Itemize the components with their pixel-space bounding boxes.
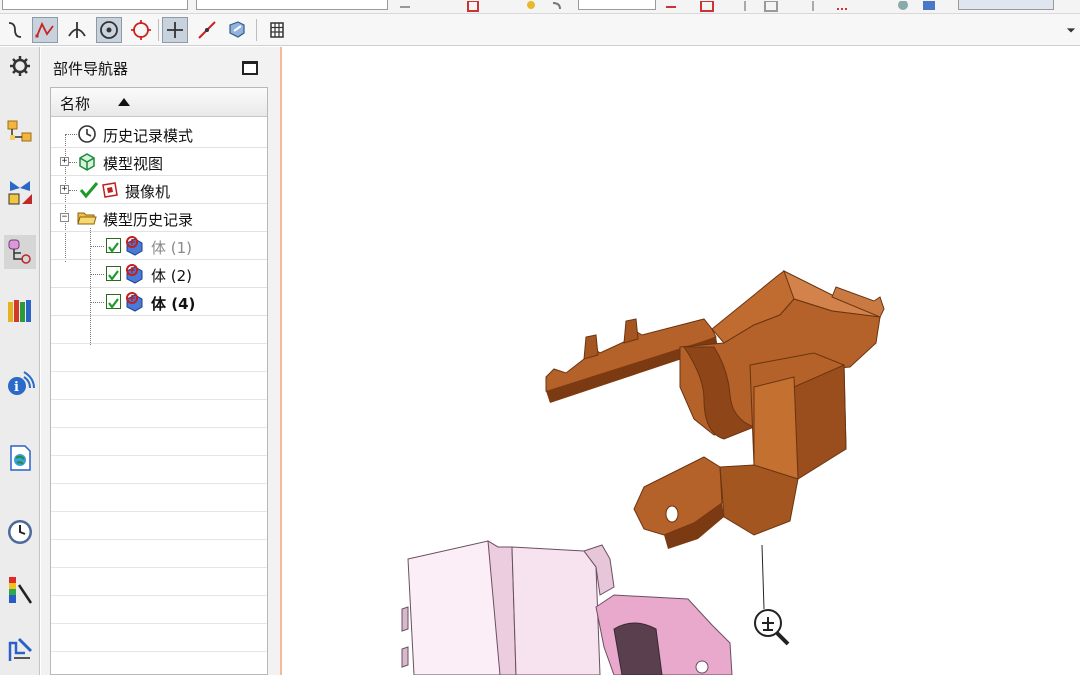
empty-row [51, 316, 267, 344]
column-header-name[interactable]: 名称 [51, 88, 267, 117]
tree-node-label: 体 (2) [151, 267, 193, 285]
quadrant-snap-icon[interactable] [128, 17, 154, 43]
toolbar-icon[interactable] [550, 0, 564, 10]
maximize-icon[interactable] [242, 61, 258, 75]
tree-node-model-history[interactable]: − 模型历史记录 [51, 204, 267, 232]
history-icon[interactable] [4, 515, 36, 549]
bounded-grid-icon[interactable] [224, 17, 250, 43]
tree-node-label: 体 (1) [151, 239, 193, 257]
toolbar-icon[interactable] [896, 0, 910, 10]
selection-scope-dropdown[interactable] [196, 0, 388, 10]
body-icon [124, 236, 144, 256]
visibility-checkbox[interactable] [106, 294, 121, 309]
snap-point-toolbar [0, 14, 1080, 46]
body-icon [124, 264, 144, 284]
toolbar-separator [158, 19, 159, 41]
toolbar-icon[interactable] [466, 0, 480, 12]
part-navigator-panel: 部件导航器 名称 历史记录模式 + 模型视图 + 摄像机 − 模型历史记录 体 … [41, 47, 282, 675]
toolbar-separator [256, 19, 257, 41]
tree-node-label: 历史记录模式 [103, 127, 194, 145]
tree-node-body-4[interactable]: 体 (4) [51, 288, 267, 316]
empty-row [51, 568, 267, 596]
toolbar-icon[interactable] [524, 0, 538, 10]
toolbar-icon[interactable] [764, 0, 778, 12]
empty-row [51, 596, 267, 624]
body-icon [124, 292, 144, 312]
arc-center-snap-icon[interactable] [96, 17, 122, 43]
tree-node-body-1[interactable]: 体 (1) [51, 232, 267, 260]
navigator-title: 部件导航器 [53, 60, 129, 78]
tree-node-label: 摄像机 [125, 183, 171, 201]
tree-node-label: 体 (4) [151, 295, 196, 313]
main-toolbar [0, 0, 1080, 14]
leader-line [761, 544, 765, 610]
toolbar-options-icon[interactable] [1062, 17, 1080, 43]
part-navigator-icon[interactable] [4, 235, 36, 269]
empty-row [51, 428, 267, 456]
tree-node-model-views[interactable]: + 模型视图 [51, 148, 267, 176]
expand-plus-icon[interactable]: + [60, 157, 69, 166]
tree-node-label: 模型视图 [103, 155, 164, 173]
point-on-face-icon[interactable] [194, 17, 220, 43]
checkmark-icon [79, 180, 99, 200]
folder-open-icon [77, 208, 97, 228]
assembly-navigator-icon[interactable] [4, 115, 36, 149]
toolbar-icon[interactable] [922, 0, 936, 10]
toolbar-icon[interactable] [398, 0, 412, 10]
graphics-window[interactable] [284, 47, 1080, 675]
empty-row [51, 540, 267, 568]
brown-bracket-part[interactable] [545, 269, 885, 549]
model-view-icon [77, 152, 97, 172]
empty-row [51, 484, 267, 512]
visibility-checkbox[interactable] [106, 238, 121, 253]
constraint-navigator-icon[interactable] [4, 175, 36, 209]
system-materials-icon[interactable] [4, 573, 36, 607]
model-viewport[interactable] [284, 47, 1080, 675]
point-on-curve-icon[interactable] [162, 17, 188, 43]
empty-row [51, 372, 267, 400]
toolbar-icon[interactable] [700, 0, 714, 12]
intersection-snap-icon[interactable] [64, 17, 90, 43]
curve-snap-icon[interactable] [2, 17, 28, 43]
tree-node-label: 模型历史记录 [103, 211, 194, 229]
snap-dropdown[interactable] [578, 0, 656, 10]
empty-row [51, 400, 267, 428]
reuse-library-icon[interactable] [4, 293, 36, 327]
empty-row [51, 652, 267, 674]
toolbar-icon[interactable] [664, 0, 678, 10]
process-studio-icon[interactable] [4, 633, 36, 667]
endpoint-snap-icon[interactable] [32, 17, 58, 43]
hd3d-tools-icon[interactable]: i [4, 367, 36, 401]
visibility-checkbox[interactable] [106, 266, 121, 281]
expand-plus-icon[interactable]: + [60, 185, 69, 194]
empty-row [51, 512, 267, 540]
pink-housing-part[interactable] [401, 540, 733, 675]
settings-gear-icon[interactable] [4, 49, 36, 83]
zoom-cursor-icon [754, 609, 790, 646]
camera-icon [99, 180, 119, 200]
sort-ascending-icon[interactable] [118, 98, 130, 106]
empty-row [51, 624, 267, 652]
resource-bar: i [0, 47, 40, 675]
toolbar-icon[interactable] [836, 0, 850, 10]
navigator-tree[interactable]: 名称 历史记录模式 + 模型视图 + 摄像机 − 模型历史记录 体 (1) 体 … [50, 87, 268, 675]
tree-node-history-mode[interactable]: 历史记录模式 [51, 120, 267, 148]
svg-text:i: i [14, 380, 19, 395]
filter-type-dropdown[interactable] [2, 0, 188, 10]
column-header-label: 名称 [60, 95, 91, 113]
toolbar-icon[interactable] [738, 0, 752, 11]
tree-node-cameras[interactable]: + 摄像机 [51, 176, 267, 204]
toolbar-icon[interactable] [806, 0, 820, 11]
empty-row [51, 344, 267, 372]
selection-toolbar-group[interactable] [958, 0, 1054, 10]
collapse-minus-icon[interactable]: − [60, 213, 69, 222]
grid-table-icon[interactable] [264, 17, 290, 43]
clock-icon [77, 124, 97, 144]
empty-row [51, 456, 267, 484]
web-browser-icon[interactable] [4, 441, 36, 475]
tree-node-body-2[interactable]: 体 (2) [51, 260, 267, 288]
